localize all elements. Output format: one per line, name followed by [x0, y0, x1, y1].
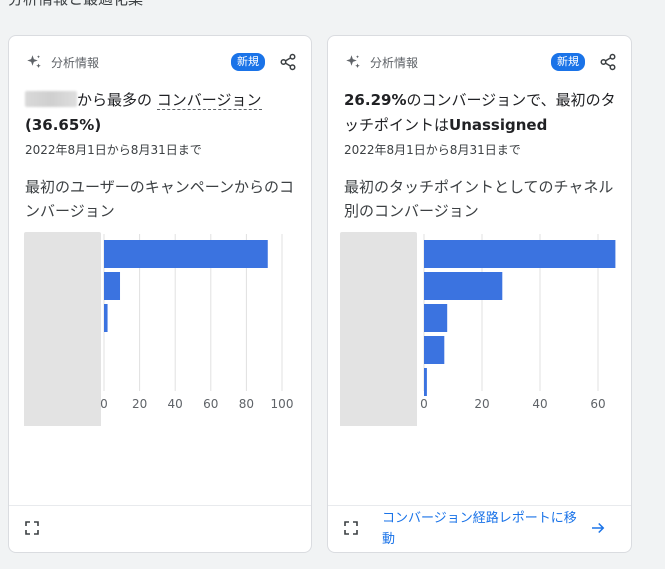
- headline: から最多の コンバージョン (36.65%): [25, 88, 297, 138]
- date-range: 2022年8月1日から8月31日まで: [25, 143, 202, 157]
- insight-card-1: 分析情報 新規 から最多の コンバージョン (36.65%) 2022年8月1日…: [8, 35, 312, 553]
- bar: [424, 272, 503, 300]
- chart-title: 最初のタッチポイントとしてのチャネル別のコンバージョン: [344, 178, 614, 220]
- bar-chart: 0 20 40 60: [340, 232, 616, 426]
- expand-icon[interactable]: [24, 520, 40, 536]
- section-title: 分析情報と最適化案: [8, 0, 143, 9]
- headline-percent: 26.29%: [344, 91, 407, 109]
- share-icon[interactable]: [279, 53, 297, 71]
- headline-mid: から最多の: [77, 91, 153, 109]
- conversion-path-report-link[interactable]: コンバージョン経路レポートに移動: [382, 508, 587, 550]
- x-tick-label: 0: [100, 397, 108, 411]
- x-tick-label: 80: [239, 397, 254, 411]
- bar: [424, 304, 448, 332]
- x-tick-label: 40: [168, 397, 183, 411]
- card-label: 分析情報: [370, 55, 419, 70]
- x-tick-label: 60: [203, 397, 218, 411]
- new-badge: 新規: [551, 53, 585, 71]
- headline-percent: (36.65%): [25, 116, 102, 134]
- blurred-campaign-name: [25, 91, 77, 107]
- card-footer: [9, 505, 311, 552]
- x-tick-label: 20: [474, 397, 489, 411]
- bar-chart: 0 20 40 60 80 100: [24, 232, 294, 426]
- x-tick-label: 20: [132, 397, 147, 411]
- insight-card-2: 分析情報 新規 26.29%のコンバージョンで、最初のタッチポイントはUnass…: [327, 35, 632, 553]
- chart-title: 最初のユーザーのキャンペーンからのコンバージョン: [25, 178, 294, 220]
- x-tick-label: 40: [532, 397, 547, 411]
- conversion-term[interactable]: コンバージョン: [156, 91, 262, 110]
- blurred-category-labels: [24, 232, 101, 426]
- bar: [104, 240, 268, 268]
- bar: [424, 368, 427, 396]
- date-range: 2022年8月1日から8月31日まで: [344, 143, 521, 157]
- bar: [424, 240, 616, 268]
- bar: [104, 304, 108, 332]
- share-icon[interactable]: [599, 53, 617, 71]
- card-label: 分析情報: [51, 55, 100, 70]
- card-header: 分析情報 新規: [344, 50, 617, 74]
- x-tick-label: 60: [590, 397, 605, 411]
- blurred-category-labels: [340, 232, 417, 426]
- x-tick-label: 100: [271, 397, 294, 411]
- x-tick-label: 0: [420, 397, 428, 411]
- sparkle-icon: [346, 55, 360, 68]
- card-header: 分析情報 新規: [25, 50, 297, 74]
- card-footer: コンバージョン経路レポートに移動: [328, 505, 631, 552]
- new-badge: 新規: [231, 53, 265, 71]
- arrow-right-icon[interactable]: [589, 519, 607, 537]
- bar: [104, 272, 121, 300]
- bar: [424, 336, 445, 364]
- sparkle-icon: [27, 55, 41, 68]
- headline: 26.29%のコンバージョンで、最初のタッチポイントはUnassigned: [344, 88, 617, 138]
- expand-icon[interactable]: [343, 520, 359, 536]
- headline-value: Unassigned: [449, 116, 548, 134]
